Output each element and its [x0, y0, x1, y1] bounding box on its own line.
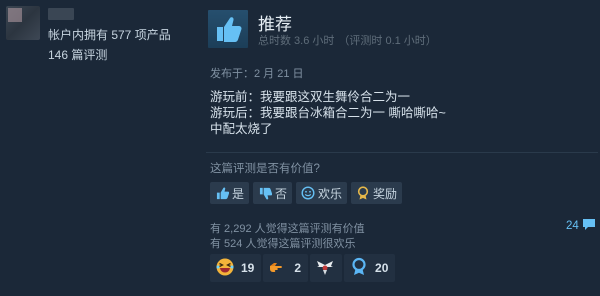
- avatar[interactable]: [6, 6, 40, 40]
- playtime-info: 总时数 3.6 小时 （评测时 0.1 小时）: [258, 32, 441, 48]
- persona-name-redacted[interactable]: [48, 8, 74, 20]
- award-button[interactable]: 奖励: [351, 182, 403, 204]
- pointing-hand-icon: [268, 257, 288, 280]
- helpful-votes: 有 2,292 人觉得这篇评测有价值: [210, 223, 365, 235]
- thumbs-up-icon: [208, 10, 248, 48]
- award-item[interactable]: 20: [344, 254, 396, 282]
- award-item[interactable]: 19: [210, 254, 262, 282]
- awards-row: 19 2 20: [210, 254, 396, 282]
- hours-at-review: （评测时 0.1 小时）: [338, 35, 437, 47]
- review-line: 游玩前：我要跟这双生舞伶合二为一: [210, 90, 411, 104]
- posted-date: 发布于：2 月 21 日: [210, 68, 304, 80]
- review-line: 中配太烧了: [210, 122, 273, 136]
- rate-buttons: 是 否 欢乐 奖励: [210, 182, 403, 204]
- owned-products-link[interactable]: 帐户内拥有 577 项产品: [48, 26, 171, 43]
- thumbs-down-icon: [258, 186, 272, 200]
- divider: [206, 152, 598, 153]
- comment-count: 24: [566, 220, 579, 232]
- vote-yes-button[interactable]: 是: [210, 182, 250, 204]
- vote-yes-label: 是: [232, 186, 245, 201]
- vote-no-button[interactable]: 否: [253, 182, 293, 204]
- award-count: 19: [241, 261, 255, 275]
- reviewer-panel: 帐户内拥有 577 项产品 146 篇评测: [0, 0, 200, 296]
- funny-votes: 有 524 人觉得这篇评测很欢乐: [210, 238, 356, 250]
- winged-emblem-icon: [315, 257, 335, 280]
- award-label: 奖励: [373, 186, 398, 201]
- review-count-link[interactable]: 146 篇评测: [48, 46, 107, 63]
- award-medal-icon: [356, 186, 370, 200]
- vote-funny-label: 欢乐: [318, 186, 343, 201]
- hours-total: 总时数 3.6 小时: [258, 35, 335, 47]
- medal-ribbon-icon: [349, 257, 369, 280]
- award-item[interactable]: 2: [263, 254, 309, 282]
- award-item[interactable]: [310, 254, 343, 282]
- thumbs-up-icon: [215, 186, 229, 200]
- award-count: 20: [375, 261, 389, 275]
- review-content: 游玩前：我要跟这双生舞伶合二为一 游玩后：我要跟台冰箱合二为一 嘶哈嘶哈~ 中配…: [210, 89, 446, 137]
- comment-bubble-icon: [582, 218, 596, 234]
- laughing-face-icon: [215, 257, 235, 280]
- comments-link[interactable]: 24: [566, 218, 596, 234]
- vote-funny-button[interactable]: 欢乐: [296, 182, 348, 204]
- smiley-icon: [301, 186, 315, 200]
- vote-no-label: 否: [275, 186, 288, 201]
- review-card: 帐户内拥有 577 项产品 146 篇评测 推荐 总时数 3.6 小时 （评测时 …: [0, 0, 600, 296]
- helpful-question: 这篇评测是否有价值?: [210, 163, 320, 175]
- award-count: 2: [294, 261, 302, 275]
- review-line: 游玩后：我要跟台冰箱合二为一 嘶哈嘶哈~: [210, 106, 446, 120]
